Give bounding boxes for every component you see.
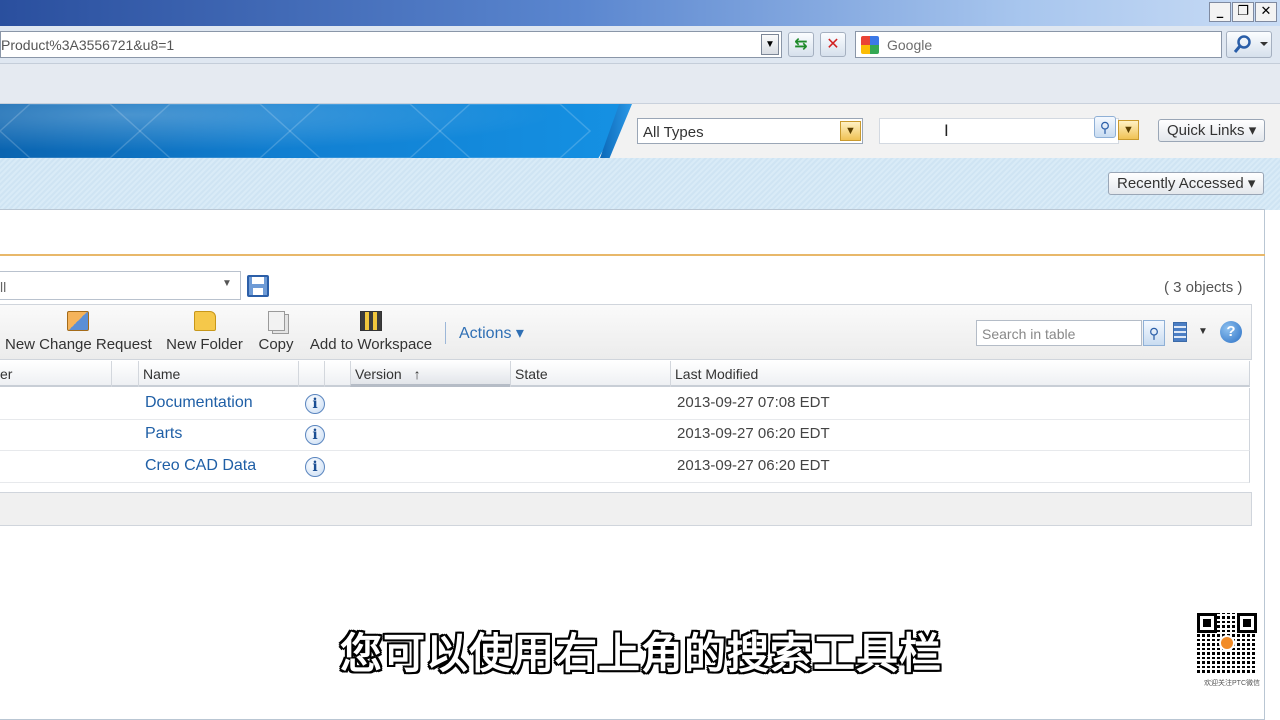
watermark-caption: 欢迎关注PTC微信 — [1204, 680, 1260, 687]
search-options-dropdown[interactable]: ▼ — [1118, 120, 1139, 140]
browser-search-button[interactable] — [1226, 31, 1272, 58]
browser-command-strip — [0, 64, 1280, 104]
screen: _ ❐ ✕ Product%3A3556721&u8=1 ▼ ⇆ ✕ Googl… — [0, 0, 1280, 720]
search-icon[interactable]: ⚲ — [1143, 320, 1165, 346]
google-logo-icon — [861, 36, 879, 54]
folder-icon — [193, 311, 216, 331]
hexagon-pattern — [0, 104, 592, 158]
table-view-select[interactable]: ll ▼ — [0, 271, 241, 300]
save-view-icon[interactable] — [247, 275, 269, 297]
info-icon[interactable]: i — [305, 457, 325, 477]
recently-accessed-button[interactable]: Recently Accessed ▾ — [1108, 172, 1265, 195]
chevron-down-icon[interactable]: ▼ — [1198, 326, 1208, 337]
stop-icon[interactable]: ✕ — [820, 32, 846, 57]
row-last-modified: 2013-09-27 07:08 EDT — [677, 394, 830, 411]
info-icon[interactable]: i — [305, 394, 325, 414]
minimize-button[interactable]: _ — [1209, 2, 1231, 22]
column-header-name[interactable]: Name — [138, 361, 298, 387]
add-to-workspace-button[interactable]: Add to Workspace — [309, 304, 433, 360]
workspace-icon — [360, 311, 382, 331]
row-name-link[interactable]: Documentation — [145, 394, 253, 412]
keyword-search-input[interactable]: ▼ — [879, 118, 1139, 144]
quick-links-button[interactable]: Quick Links ▾ — [1158, 119, 1266, 142]
info-icon[interactable]: i — [305, 425, 325, 445]
search-type-select[interactable]: All Types ▼ — [637, 118, 863, 144]
column-header-state[interactable]: State — [510, 361, 670, 387]
content-band: Recently Accessed ▾ — [0, 158, 1280, 210]
column-header-version-label: Version — [355, 366, 402, 382]
column-header-last-modified[interactable]: Last Modified — [670, 361, 1250, 387]
copy-icon — [267, 311, 285, 331]
help-icon[interactable]: ? — [1220, 321, 1242, 343]
video-subtitle: 您可以使用右上角的搜索工具栏 — [339, 629, 942, 678]
table-row: Parts i 2013-09-27 06:20 EDT — [0, 419, 1250, 451]
header-banner — [0, 104, 630, 158]
change-request-icon — [67, 311, 89, 331]
close-window-button[interactable]: ✕ — [1255, 2, 1277, 22]
column-header-truncated[interactable]: er — [0, 361, 111, 387]
browser-title-bar: _ ❐ ✕ — [0, 0, 1280, 26]
address-text: Product%3A3556721&u8=1 — [1, 37, 175, 53]
column-header-version[interactable]: Version ↑ — [350, 361, 510, 387]
browser-nav-bar: Product%3A3556721&u8=1 ▼ ⇆ ✕ Google — [0, 26, 1280, 64]
copy-button[interactable]: Copy — [258, 304, 294, 360]
add-to-workspace-label: Add to Workspace — [309, 336, 433, 353]
app-header: All Types ▼ ▼ Quick Links ▾ — [0, 104, 1280, 158]
new-folder-button[interactable]: New Folder — [166, 304, 243, 360]
qr-logo-icon — [1219, 635, 1235, 651]
table-row: Documentation i 2013-09-27 07:08 EDT — [0, 388, 1250, 420]
row-last-modified: 2013-09-27 06:20 EDT — [677, 457, 830, 474]
column-header-blank-2[interactable] — [324, 361, 350, 387]
copy-label: Copy — [258, 336, 294, 353]
search-icon[interactable]: ⚲ — [1094, 116, 1116, 138]
actions-menu[interactable]: Actions ▾ — [459, 323, 524, 343]
panel-header-divider — [0, 254, 1265, 256]
maximize-button[interactable]: ❐ — [1232, 2, 1254, 22]
sort-ascending-icon: ↑ — [413, 366, 421, 382]
toolbar-separator — [445, 322, 446, 344]
row-name-link[interactable]: Creo CAD Data — [145, 457, 256, 475]
chevron-down-icon: ▼ — [222, 278, 232, 289]
calculator-icon[interactable] — [1173, 322, 1187, 342]
row-name-link[interactable]: Parts — [145, 425, 182, 443]
table-view-value: ll — [0, 279, 7, 295]
new-change-request-button[interactable]: New Change Request — [5, 304, 152, 360]
new-folder-label: New Folder — [166, 336, 243, 353]
new-change-request-label: New Change Request — [5, 336, 152, 353]
address-dropdown-button[interactable]: ▼ — [761, 34, 779, 55]
column-header-blank[interactable] — [111, 361, 138, 387]
refresh-icon[interactable]: ⇆ — [788, 32, 814, 57]
object-count: ( 3 objects ) — [1164, 279, 1243, 296]
browser-search-placeholder: Google — [887, 37, 933, 53]
search-type-value: All Types — [643, 124, 704, 141]
table-row: Creo CAD Data i 2013-09-27 06:20 EDT — [0, 451, 1250, 483]
search-icon — [1233, 35, 1268, 53]
text-cursor-icon: Ι — [944, 121, 949, 140]
row-last-modified: 2013-09-27 06:20 EDT — [677, 425, 830, 442]
table-search-input[interactable]: Search in table — [976, 320, 1142, 346]
table-footer — [0, 492, 1252, 526]
table-search-placeholder: Search in table — [982, 326, 1076, 342]
address-bar[interactable]: Product%3A3556721&u8=1 ▼ — [0, 31, 782, 58]
chevron-down-icon[interactable]: ▼ — [840, 121, 861, 141]
column-header-info[interactable] — [298, 361, 324, 387]
browser-search-input[interactable]: Google — [855, 31, 1222, 58]
